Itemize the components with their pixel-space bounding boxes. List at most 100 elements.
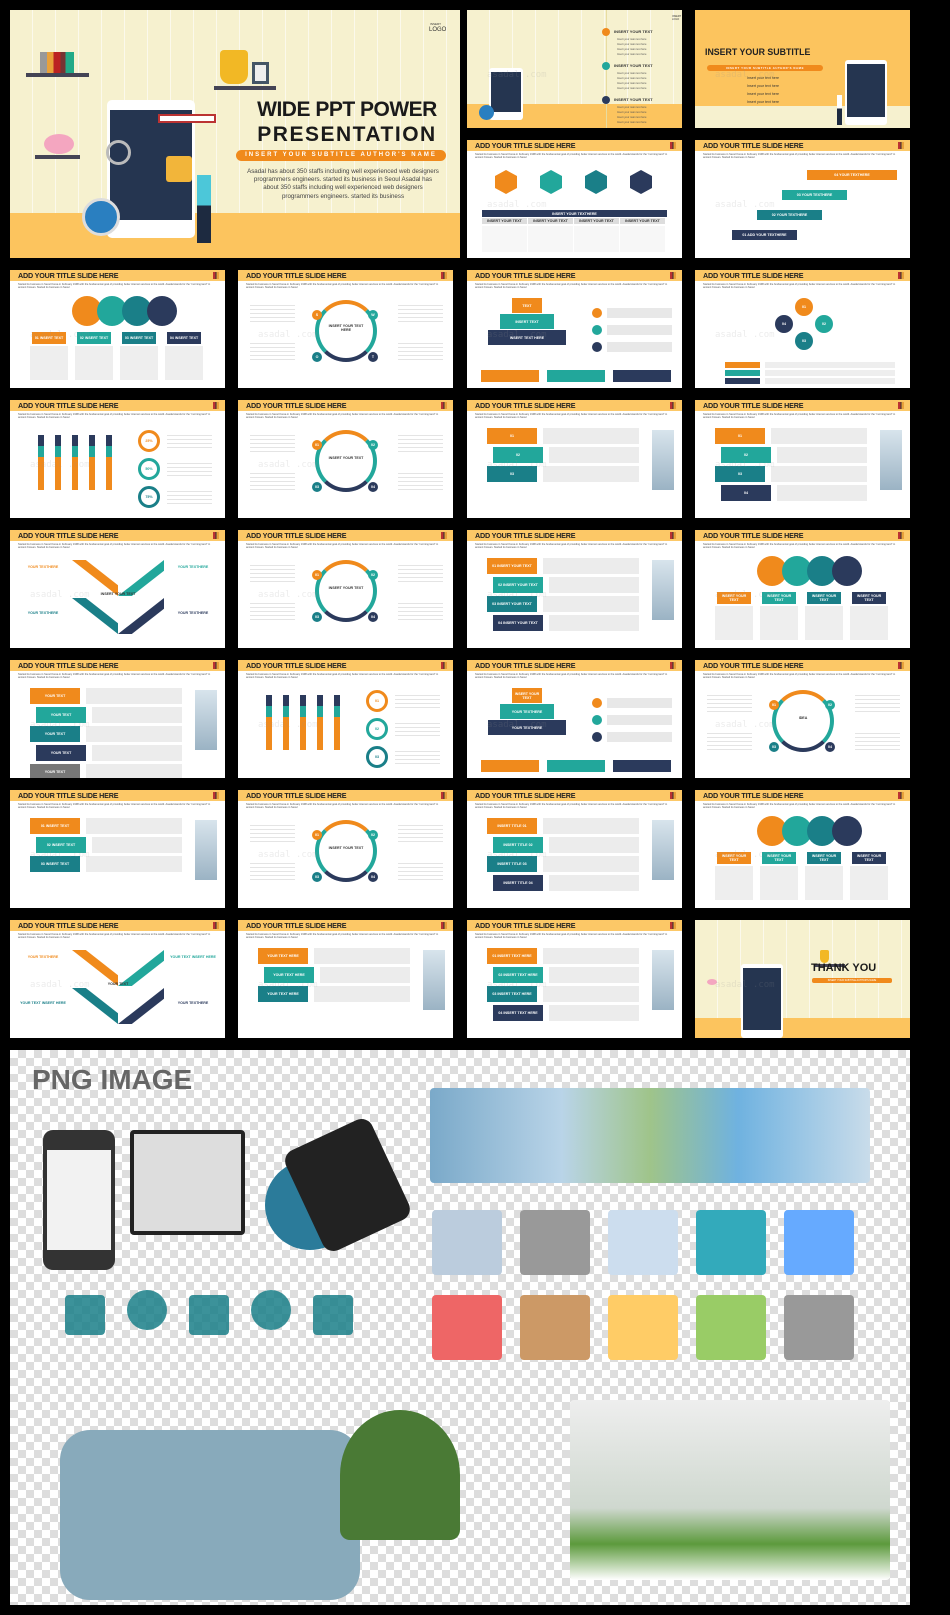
- slide-thumbnail[interactable]: ADD YOUR TITLE SLIDE HERE Started its bus…: [467, 270, 682, 388]
- ring-node: 02: [825, 700, 835, 710]
- agenda-bullet: Insert your main text here: [617, 111, 647, 114]
- slide-description: Started its business in Seoul Korea in F…: [475, 933, 668, 940]
- slide-header: ADD YOUR TITLE SLIDE HERE: [10, 920, 225, 931]
- slide-thumbnail[interactable]: ADD YOUR TITLE SLIDE HERE Started its bus…: [238, 920, 453, 1038]
- bullet-list: [167, 460, 212, 478]
- slide-header: ADD YOUR TITLE SLIDE HERE: [467, 660, 682, 671]
- slide-thumbnail[interactable]: ADD YOUR TITLE SLIDE HERE Started its bus…: [10, 270, 225, 388]
- watermark: asadal .com: [487, 70, 547, 80]
- agenda-item-title[interactable]: INSERT YOUR TEXT: [614, 63, 653, 68]
- cover-slide[interactable]: INSERT LOGO WIDE PPT POWER PRESENTATION …: [10, 10, 460, 258]
- bar: [334, 695, 340, 750]
- agenda-bullet: Insert your main text here: [617, 72, 647, 75]
- slide-title: ADD YOUR TITLE SLIDE HERE: [18, 661, 119, 670]
- slide-thumbnail[interactable]: ADD YOUR TITLE SLIDE HERE Started its bus…: [467, 920, 682, 1038]
- books-icon: [441, 532, 447, 539]
- logo-small: INSERT: [430, 22, 441, 26]
- slide-thumbnail[interactable]: ADD YOUR TITLE SLIDE HERE Started its bus…: [467, 140, 682, 258]
- text-box: INSERT YOUR TEXT: [852, 592, 886, 604]
- slide-thumbnail[interactable]: ADD YOUR TITLE SLIDE HERE Started its bus…: [695, 660, 910, 778]
- watermark: asadal .com: [487, 200, 547, 210]
- cover-subtitle: INSERT YOUR SUBTITLE AUTHOR'S NAME: [236, 150, 446, 161]
- floor: [10, 213, 460, 258]
- x-arm: [118, 598, 164, 634]
- slide-thumbnail[interactable]: ADD YOUR TITLE SLIDE HERE Started its bus…: [695, 790, 910, 908]
- slide-thumbnail[interactable]: ADD YOUR TITLE SLIDE HERE Started its bus…: [10, 530, 225, 648]
- watermark: asadal .com: [715, 590, 775, 600]
- watermark: asadal .com: [715, 980, 775, 990]
- slide-header: ADD YOUR TITLE SLIDE HERE: [238, 400, 453, 411]
- slide-title: ADD YOUR TITLE SLIDE HERE: [18, 921, 119, 930]
- slide-thumbnail[interactable]: ADD YOUR TITLE SLIDE HERE Started its bus…: [238, 530, 453, 648]
- slide-thumbnail[interactable]: ADD YOUR TITLE SLIDE HERE Started its bus…: [10, 660, 225, 778]
- photo: [195, 820, 217, 880]
- bullet-list: [398, 860, 443, 882]
- text-panel: [86, 764, 182, 778]
- watermark: asadal .com: [258, 590, 318, 600]
- step-arrow: 04 YOUR TEXTHERE: [807, 170, 897, 180]
- agenda-bullet: Insert your main text here: [617, 116, 647, 119]
- section-slide[interactable]: INSERT YOUR SUBTITLE INSERT YOUR SUBTITL…: [695, 10, 910, 128]
- slide-title: ADD YOUR TITLE SLIDE HERE: [703, 531, 804, 540]
- bar: [106, 435, 112, 490]
- slide-thumbnail[interactable]: ADD YOUR TITLE SLIDE HERE Started its bus…: [695, 270, 910, 388]
- business-object-image: [432, 1295, 502, 1360]
- percent-ring: 03: [366, 746, 388, 768]
- slide-thumbnail[interactable]: ADD YOUR TITLE SLIDE HERE Started its bus…: [10, 400, 225, 518]
- slide-thumbnail[interactable]: ADD YOUR TITLE SLIDE HERE Started its bus…: [467, 790, 682, 908]
- text-panel: [543, 466, 639, 482]
- slide-description: Started its business in Seoul Korea in F…: [703, 673, 896, 680]
- books-icon: [670, 142, 676, 149]
- center-label: INSERT YOUR TEXT HERE: [328, 324, 364, 332]
- text-panel: [320, 967, 410, 983]
- business-object-image: [608, 1295, 678, 1360]
- slide-thumbnail[interactable]: ADD YOUR TITLE SLIDE HERE Started its bus…: [695, 530, 910, 648]
- slide-header: ADD YOUR TITLE SLIDE HERE: [10, 530, 225, 541]
- bullet-list: [398, 340, 443, 362]
- books-icon: [898, 272, 904, 279]
- agenda-slide[interactable]: INSERT LOGO INSERT YOUR TEXT Insert your …: [467, 10, 682, 128]
- text-panel: [715, 866, 753, 900]
- agenda-item-title[interactable]: INSERT YOUR TEXT: [614, 29, 653, 34]
- business-object-image: [608, 1210, 678, 1275]
- slide-thumbnail[interactable]: ADD YOUR TITLE SLIDE HERE Started its bus…: [10, 790, 225, 908]
- section-bullet: Insert your text here: [747, 100, 779, 104]
- table-cell: [620, 226, 665, 252]
- slide-thumbnail[interactable]: ADD YOUR TITLE SLIDE HERE Started its bus…: [238, 270, 453, 388]
- corner-label: YOUR TEXTHERE: [27, 955, 59, 959]
- text-panel: [86, 856, 182, 872]
- slide-thumbnail[interactable]: ADD YOUR TITLE SLIDE HERE Started its bus…: [695, 400, 910, 518]
- slide-thumbnail[interactable]: ADD YOUR TITLE SLIDE HERE Started its bus…: [467, 400, 682, 518]
- circle-icon: [832, 816, 862, 846]
- slide-description: Started its business in Seoul Korea in F…: [475, 153, 668, 160]
- ring-node: O: [312, 352, 322, 362]
- slide-thumbnail[interactable]: ADD YOUR TITLE SLIDE HERE Started its bus…: [238, 790, 453, 908]
- slide-thumbnail[interactable]: ADD YOUR TITLE SLIDE HERE Started its bus…: [467, 660, 682, 778]
- slide-thumbnail[interactable]: ADD YOUR TITLE SLIDE HERE Started its bus…: [238, 660, 453, 778]
- slide-header: ADD YOUR TITLE SLIDE HERE: [695, 660, 910, 671]
- number-dot: [602, 28, 610, 36]
- slide-thumbnail[interactable]: ADD YOUR TITLE SLIDE HERE Started its bus…: [10, 920, 225, 1038]
- ring-node: 04: [825, 742, 835, 752]
- slide-header: ADD YOUR TITLE SLIDE HERE: [467, 530, 682, 541]
- slide-description: Started its business in Seoul Korea in F…: [475, 543, 668, 550]
- slide-title: ADD YOUR TITLE SLIDE HERE: [246, 791, 347, 800]
- slide-header: ADD YOUR TITLE SLIDE HERE: [695, 400, 910, 411]
- text-panel: [771, 466, 867, 482]
- ring-node: 01: [312, 830, 322, 840]
- thank-you-slide[interactable]: THANK YOU INSERT YOUR SUBTITLE AUTHOR'S …: [695, 920, 910, 1038]
- slide-thumbnail[interactable]: ADD YOUR TITLE SLIDE HERE Started its bus…: [238, 400, 453, 518]
- text-box: 03 INSERT TEXT: [122, 332, 156, 344]
- ring-node: 01: [769, 700, 779, 710]
- slide-thumbnail[interactable]: ADD YOUR TITLE SLIDE HERE Started its bus…: [695, 140, 910, 258]
- watermark: asadal .com: [487, 980, 547, 990]
- photo: [423, 950, 445, 1010]
- shelf: [35, 155, 80, 159]
- bullet-list: [395, 748, 440, 766]
- slide-thumbnail[interactable]: ADD YOUR TITLE SLIDE HERE Started its bus…: [467, 530, 682, 648]
- books-icon: [670, 792, 676, 799]
- slide-title: ADD YOUR TITLE SLIDE HERE: [703, 661, 804, 670]
- agenda-item-title[interactable]: INSERT YOUR TEXT: [614, 97, 653, 102]
- text-panel: [86, 818, 182, 834]
- bullet-list: [707, 692, 752, 714]
